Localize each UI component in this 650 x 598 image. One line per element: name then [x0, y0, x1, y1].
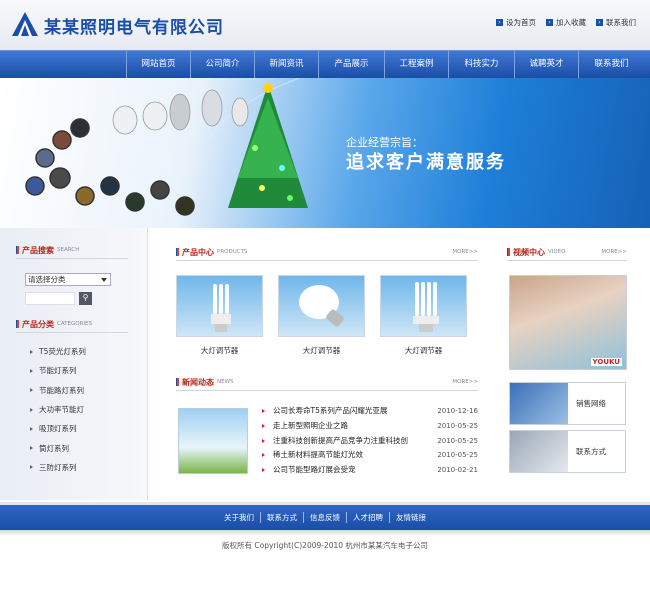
bulb-icon [299, 285, 344, 327]
video-player[interactable]: YOUKU [509, 275, 627, 370]
arrow-icon: › [496, 19, 503, 26]
product-grid: 大灯调节器 大灯调节器 大灯调节器 [176, 275, 467, 356]
product-caption[interactable]: 大灯调节器 [380, 345, 467, 356]
product-card[interactable]: 大灯调节器 [176, 275, 263, 356]
search-button[interactable]: ⚲ [79, 292, 92, 305]
nav-item-jobs[interactable]: 诚聘英才 [514, 51, 578, 79]
product-card[interactable]: 大灯调节器 [278, 275, 365, 356]
news-item[interactable]: 公司节能型路灯展会受宠 2010-02-21 [262, 463, 478, 478]
footer-shadow [0, 530, 650, 536]
news-item[interactable]: 注重科技创新提高产品竞争力注重科技创 2010-05-25 [262, 434, 478, 449]
banner-slogan: 追求客户满意服务 [346, 152, 506, 173]
search-title: 产品搜索 SEARCH [16, 242, 128, 258]
top-links: › 设为首页 › 加入收藏 › 联系我们 [496, 17, 636, 28]
arrow-icon: › [596, 19, 603, 26]
search-section: 产品搜索 SEARCH [16, 242, 128, 259]
bullet-icon [262, 468, 265, 473]
nav-item-home[interactable]: 网站首页 [126, 51, 190, 79]
news-item[interactable]: 稀土新材料提高节能灯光效 2010-05-25 [262, 448, 478, 463]
chevron-down-icon [101, 278, 107, 282]
product-image[interactable] [278, 275, 365, 337]
nav-item-contact[interactable]: 联系我们 [578, 51, 644, 79]
news-item[interactable]: 走上新型照明企业之路 2010-05-25 [262, 419, 478, 434]
bullet-icon [262, 409, 265, 413]
search-input[interactable] [25, 292, 75, 305]
nav-item-about[interactable]: 公司简介 [190, 51, 254, 79]
category-select[interactable]: 请选择分类 [25, 273, 111, 286]
category-item[interactable]: 三防灯系列 [30, 458, 86, 477]
main-content: 产品搜索 SEARCH 请选择分类 ⚲ 产品分类 CATEGORIES T5荧光灯系… [0, 228, 650, 500]
footer-link-about[interactable]: 关于我们 [218, 512, 260, 523]
product-image[interactable] [176, 275, 263, 337]
products-more-link[interactable]: MORE>> [452, 249, 478, 255]
banner: 企业经营宗旨： 追求客户满意服务 [0, 78, 650, 228]
category-section: 产品分类 CATEGORIES [16, 316, 128, 333]
bullet-icon [30, 368, 33, 373]
nav-item-news[interactable]: 新闻资讯 [254, 51, 318, 79]
category-item[interactable]: 筒灯系列 [30, 438, 86, 457]
contact-us-link[interactable]: › 联系我们 [596, 17, 636, 28]
category-list: T5荧光灯系列 节能灯系列 节能路灯系列 大功率节能灯 吸顶灯系列 筒灯系列 三… [30, 342, 86, 477]
video-header: 视频中心 VIDEO MORE>> [507, 244, 627, 261]
handshake-image [510, 431, 568, 472]
nav-item-products[interactable]: 产品展示 [318, 51, 384, 79]
news-header: 新闻动态 NEWS MORE>> [176, 374, 478, 391]
footer-link-jobs[interactable]: 人才招聘 [346, 511, 389, 523]
bullet-icon [30, 446, 33, 451]
product-caption[interactable]: 大灯调节器 [278, 345, 365, 356]
news-more-link[interactable]: MORE>> [452, 379, 478, 385]
add-favorite-link[interactable]: › 加入收藏 [546, 17, 586, 28]
category-item[interactable]: 吸顶灯系列 [30, 419, 86, 438]
bullet-icon [30, 407, 33, 412]
main-nav: 网站首页 公司简介 新闻资讯 产品展示 工程案例 科技实力 诚聘英才 联系我们 [0, 50, 650, 79]
products-header: 产品中心 PRODUCTS MORE>> [176, 244, 478, 261]
bullet-icon [262, 453, 265, 458]
product-image[interactable] [380, 275, 467, 337]
category-item[interactable]: 大功率节能灯 [30, 400, 86, 419]
footer-link-feedback[interactable]: 信息反馈 [303, 511, 346, 523]
bullet-icon [30, 426, 33, 431]
category-item[interactable]: T5荧光灯系列 [30, 342, 86, 361]
logo-icon [12, 12, 38, 36]
nav-item-cases[interactable]: 工程案例 [384, 51, 448, 79]
arrow-icon: › [546, 19, 553, 26]
sales-network-card[interactable]: 销售网络 [509, 382, 626, 425]
sales-network-image [510, 383, 568, 424]
youku-badge: YOUKU [590, 358, 622, 366]
category-title: 产品分类 CATEGORIES [16, 316, 128, 332]
logo-text[interactable]: 某某照明电气有限公司 [44, 13, 224, 38]
product-card[interactable]: 大灯调节器 [380, 275, 467, 356]
set-homepage-link[interactable]: › 设为首页 [496, 17, 536, 28]
bullet-icon [262, 423, 265, 428]
cfl-bulb-icon [211, 284, 231, 332]
category-item[interactable]: 节能灯系列 [30, 361, 86, 380]
product-caption[interactable]: 大灯调节器 [176, 345, 263, 356]
nav-item-tech[interactable]: 科技实力 [448, 51, 514, 79]
bullet-icon [30, 388, 33, 393]
footer-nav: 关于我们 联系方式 信息反馈 人才招聘 友情链接 [0, 502, 650, 530]
cfl-bulb-icon [413, 282, 439, 332]
bullet-icon [30, 349, 33, 354]
news-item[interactable]: 公司长寿命T5系列产品闪耀光亚展 2010-12-16 [262, 404, 478, 419]
copyright: 版权所有 Copyright(C)2009-2010 杭州市某某汽车电子公司 [222, 541, 428, 550]
footer-link-contact[interactable]: 联系方式 [260, 511, 303, 523]
news-list: 公司长寿命T5系列产品闪耀光亚展 2010-12-16 走上新型照明企业之路 201… [262, 404, 478, 478]
sidebar: 产品搜索 SEARCH 请选择分类 ⚲ 产品分类 CATEGORIES T5荧光灯系… [0, 228, 148, 500]
lamps-illustration [25, 83, 308, 216]
contact-card[interactable]: 联系方式 [509, 430, 626, 473]
bullet-icon [30, 465, 33, 470]
bullet-icon [262, 438, 265, 443]
footer-link-friends[interactable]: 友情链接 [389, 511, 432, 523]
header: 某某照明电气有限公司 › 设为首页 › 加入收藏 › 联系我们 [0, 0, 650, 50]
news-image[interactable] [178, 408, 248, 474]
category-item[interactable]: 节能路灯系列 [30, 381, 86, 400]
search-icon: ⚲ [82, 293, 89, 302]
video-more-link[interactable]: MORE>> [601, 249, 627, 255]
